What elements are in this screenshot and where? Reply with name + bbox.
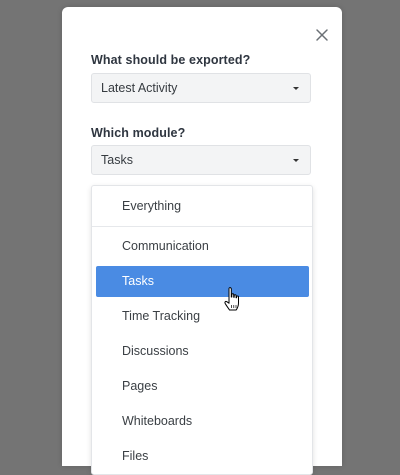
option-pages[interactable]: Pages (96, 371, 309, 402)
option-files[interactable]: Files (96, 441, 309, 472)
module-dropdown-menu: Everything Communication Tasks Time Trac… (91, 185, 313, 475)
option-communication[interactable]: Communication (96, 231, 309, 262)
option-time-tracking[interactable]: Time Tracking (96, 301, 309, 332)
export-type-label: What should be exported? (91, 53, 251, 67)
caret-down-icon (293, 87, 299, 90)
caret-down-icon (293, 159, 299, 162)
close-icon[interactable] (314, 27, 330, 43)
divider (92, 226, 312, 227)
option-discussions[interactable]: Discussions (96, 336, 309, 367)
option-everything[interactable]: Everything (96, 191, 309, 222)
option-tasks[interactable]: Tasks (96, 266, 309, 297)
export-type-value: Latest Activity (101, 81, 178, 95)
export-type-select[interactable]: Latest Activity (91, 73, 311, 103)
module-select[interactable]: Tasks (91, 145, 311, 175)
module-label: Which module? (91, 126, 186, 140)
module-value: Tasks (101, 153, 133, 167)
option-whiteboards[interactable]: Whiteboards (96, 406, 309, 437)
